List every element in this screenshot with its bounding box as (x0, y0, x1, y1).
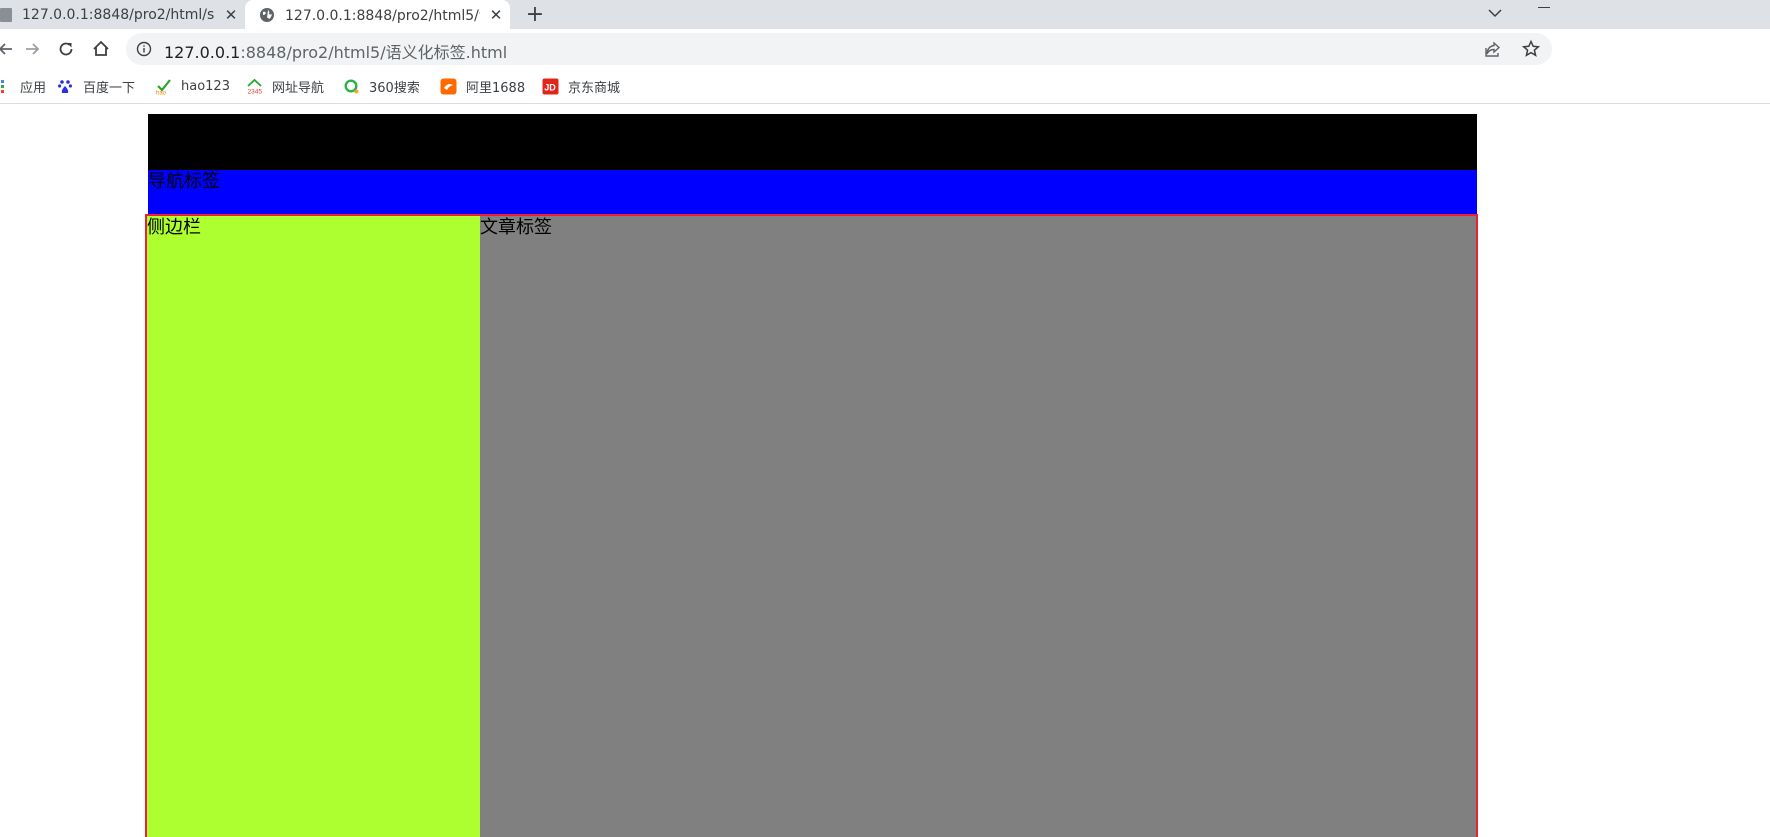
page-article-block: 文章标签 (480, 216, 1476, 837)
hao123-icon: hao (155, 78, 172, 95)
svg-text:hao: hao (156, 90, 167, 95)
back-arrow-icon[interactable] (0, 37, 18, 61)
bookmark-label: 阿里1688 (466, 80, 526, 96)
bookmark-1688[interactable]: 阿里1688 (440, 76, 525, 96)
page-favicon-icon (0, 7, 12, 22)
alibaba-1688-icon (440, 78, 457, 95)
svg-text:2345: 2345 (248, 88, 263, 95)
tab-sqhp[interactable]: 127.0.0.1:8848/pro2/html/sqhp ✕ (0, 0, 245, 29)
bookmark-apps[interactable]: 应用 (0, 76, 46, 96)
bookmark-label: 应用 (20, 80, 47, 96)
address-bar[interactable]: 127.0.0.1:8848/pro2/html5/语义化标签.html (126, 33, 1552, 65)
apps-grid-icon (0, 78, 11, 95)
tab-semantic-tags[interactable]: 127.0.0.1:8848/pro2/html5/语义化标签.html ✕ (245, 0, 510, 29)
share-icon[interactable] (1484, 40, 1502, 58)
jd-icon: JD (542, 78, 559, 95)
url-text[interactable]: 127.0.0.1:8848/pro2/html5/语义化标签.html (164, 39, 507, 63)
bookmark-star-icon[interactable] (1521, 39, 1541, 59)
360-search-icon (343, 78, 360, 95)
bookmark-baidu[interactable]: 百度一下 (57, 76, 135, 96)
bookmark-2345[interactable]: 2345 网址导航 (246, 76, 324, 96)
bookmark-label: 京东商城 (568, 80, 621, 96)
bookmark-label: 360搜索 (369, 80, 420, 96)
bookmark-label: 网址导航 (272, 80, 325, 96)
tab-title: 127.0.0.1:8848/pro2/html5/语义化标签.html (285, 7, 480, 24)
2345-house-icon: 2345 (246, 78, 263, 95)
bookmarks-bar: 应用 百度一下 hao hao123 2345 网址导航 360搜索 阿里168… (0, 69, 1770, 104)
tab-strip: 127.0.0.1:8848/pro2/html/sqhp ✕ 127.0.0.… (0, 0, 1770, 29)
page-section-block: 侧边栏 文章标签 (145, 214, 1478, 837)
bookmark-360[interactable]: 360搜索 (343, 76, 420, 96)
url-host: 127.0.0.1 (164, 43, 241, 62)
globe-icon (259, 7, 275, 23)
page-viewport: 导航标签 侧边栏 文章标签 (0, 105, 1770, 837)
tab-title: 127.0.0.1:8848/pro2/html/sqhp (22, 6, 215, 23)
new-tab-button[interactable]: + (523, 0, 547, 29)
page-nav-block: 导航标签 (148, 170, 1477, 215)
forward-arrow-icon[interactable] (20, 37, 44, 61)
bookmark-label: hao123 (181, 78, 230, 94)
bookmark-label: 百度一下 (83, 80, 136, 96)
url-path: :8848/pro2/html5/语义化标签.html (240, 43, 508, 62)
svg-text:JD: JD (544, 82, 556, 92)
browser-toolbar: 127.0.0.1:8848/pro2/html5/语义化标签.html (0, 29, 1770, 69)
reload-icon[interactable] (54, 37, 78, 61)
home-icon[interactable] (89, 37, 113, 61)
close-icon[interactable]: ✕ (488, 6, 504, 24)
chevron-down-icon[interactable] (1484, 2, 1506, 24)
minimize-icon[interactable] (1538, 7, 1550, 8)
page-aside-block: 侧边栏 (147, 216, 480, 837)
info-icon[interactable] (136, 41, 152, 57)
baidu-paw-icon (57, 78, 74, 95)
bookmark-jd[interactable]: JD 京东商城 (542, 76, 620, 96)
close-icon[interactable]: ✕ (223, 6, 239, 24)
bookmark-hao123[interactable]: hao hao123 (155, 76, 230, 96)
page-header-block (148, 114, 1477, 170)
